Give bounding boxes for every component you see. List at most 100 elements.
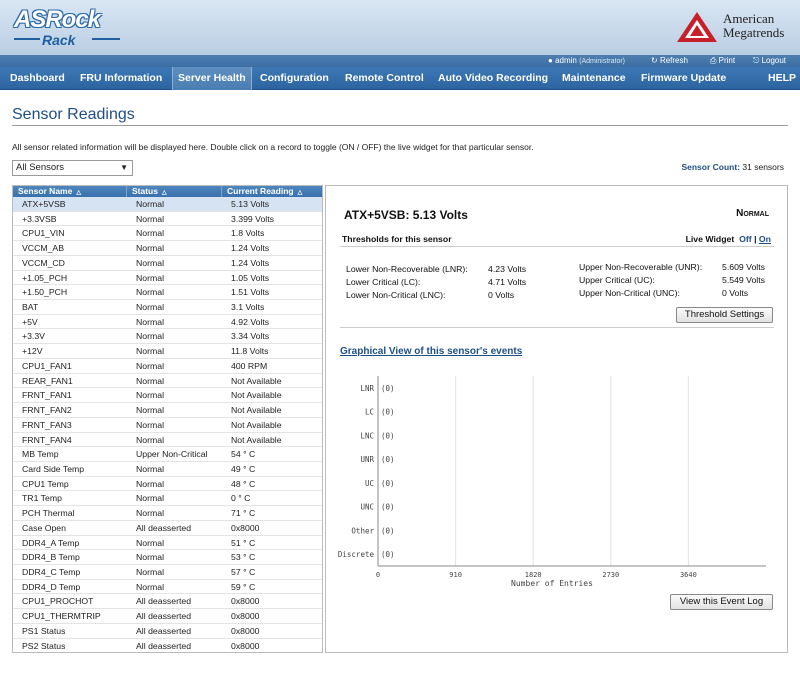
bar-value-label: (0) [381,479,395,488]
threshold-uc-value: 5.549 Volts [722,275,765,285]
user-name: admin [555,56,577,65]
sensor-name-cell: FRNT_FAN3 [22,419,72,430]
nav-remote-control[interactable]: Remote Control [345,67,424,90]
table-row[interactable]: CPU1 Temp Normal 48 ° C [13,477,322,492]
sensor-name-cell: CPU1_PROCHOT [22,596,94,607]
status-cell: Normal [136,508,164,519]
asrock-rack-logo[interactable]: ASRock Rack [14,8,124,50]
table-row[interactable]: +5V Normal 4.92 Volts [13,315,322,330]
nav-auto-video-recording[interactable]: Auto Video Recording [438,67,548,90]
graph-title-link[interactable]: Graphical View of this sensor's events [340,346,522,357]
table-row[interactable]: ATX+5VSB Normal 5.13 Volts [13,197,322,212]
x-axis-label: Number of Entries [511,579,593,586]
threshold-unr-value: 5.609 Volts [722,262,765,272]
logout-link[interactable]: ⎋ Logout [753,56,786,66]
ami-logo: American Megatrends [677,10,792,44]
table-row[interactable]: PS1 Status All deasserted 0x8000 [13,624,322,639]
table-row[interactable]: Card Side Temp Normal 49 ° C [13,462,322,477]
table-row[interactable]: Case Open All deasserted 0x8000 [13,521,322,536]
reading-cell: 4.92 Volts [231,316,270,327]
column-header-current-reading[interactable]: Current Reading △ [222,186,322,197]
table-row[interactable]: FRNT_FAN2 Normal Not Available [13,403,322,418]
live-widget-off-link[interactable]: Off [739,234,752,244]
logout-label: Logout [761,56,787,65]
table-row[interactable]: DDR4_B Temp Normal 53 ° C [13,550,322,565]
table-row[interactable]: VCCM_AB Normal 1.24 Volts [13,241,322,256]
threshold-settings-button[interactable]: Threshold Settings [676,307,773,323]
column-header-status[interactable]: Status △ [127,186,222,197]
status-cell: Normal [136,493,164,504]
reading-cell: 1.24 Volts [231,257,270,268]
sensor-table: Sensor Name △ Status △ Current Reading △ AT… [12,185,323,653]
nav-firmware-update[interactable]: Firmware Update [641,67,726,90]
table-row[interactable]: PS2 Status All deasserted 0x8000 [13,639,322,652]
nav-server-health[interactable]: Server Health [172,67,252,90]
table-row[interactable]: MB Temp Upper Non-Critical 54 ° C [13,447,322,462]
table-row[interactable]: VCCM_CD Normal 1.24 Volts [13,256,322,271]
live-widget-on-link[interactable]: On [759,234,771,244]
header: ASRock Rack American Megatrends [0,0,800,55]
table-row[interactable]: +3.3V Normal 3.34 Volts [13,329,322,345]
table-row[interactable]: +1.05_PCH Normal 1.05 Volts [13,271,322,286]
y-category-label: LC [365,408,374,417]
reading-cell: 57 ° C [231,567,256,577]
table-row[interactable]: +1.50_PCH Normal 1.51 Volts [13,285,322,301]
table-row[interactable]: CPU1_FAN1 Normal 400 RPM [13,359,322,374]
status-cell: Normal [136,302,164,313]
reading-cell: Not Available [231,375,282,386]
status-cell: Normal [136,213,164,224]
sensor-count-value: 31 sensors [742,162,784,172]
sensor-count: Sensor Count: 31 sensors [681,162,784,172]
threshold-unc-value: 0 Volts [722,288,749,298]
sensor-filter-value: All Sensors [16,162,65,173]
nav-fru-information[interactable]: FRU Information [80,67,162,90]
table-row[interactable]: PCH Thermal Normal 71 ° C [13,506,322,521]
status-cell: Normal [136,272,164,283]
logout-icon: ⎋ [753,56,760,65]
threshold-lnr-value: 4.23 Volts [488,264,527,274]
table-row[interactable]: FRNT_FAN4 Normal Not Available [13,433,322,448]
reading-cell: 49 ° C [231,463,256,474]
reading-cell: 0x8000 [231,625,260,636]
table-row[interactable]: +12V Normal 11.8 Volts [13,344,322,359]
reading-cell: 0 ° C [231,493,251,504]
bar-value-label: (0) [381,455,395,464]
table-row[interactable]: TR1 Temp Normal 0 ° C [13,491,322,507]
bar-value-label: (0) [381,526,395,535]
nav-configuration[interactable]: Configuration [260,67,329,90]
table-row[interactable]: CPU1_THERMTRIP All deasserted 0x8000 [13,609,322,624]
table-row[interactable]: DDR4_D Temp Normal 59 ° C [13,580,322,595]
view-event-log-button[interactable]: View this Event Log [670,594,773,610]
nav-maintenance[interactable]: Maintenance [562,67,626,90]
logo-divider [92,38,120,40]
table-row[interactable]: BAT Normal 3.1 Volts [13,300,322,315]
threshold-unr-label: Upper Non-Recoverable (UNR): [579,262,703,272]
sort-icon: △ [76,190,81,196]
column-header-sensor-name[interactable]: Sensor Name △ [13,186,127,197]
bar-value-label: (0) [381,550,395,559]
bar-value-label: (0) [381,503,395,512]
table-row[interactable]: FRNT_FAN1 Normal Not Available [13,388,322,404]
print-link[interactable]: ⎙ Print [710,56,735,66]
table-row[interactable]: REAR_FAN1 Normal Not Available [13,374,322,389]
table-row[interactable]: CPU1_PROCHOT All deasserted 0x8000 [13,594,322,610]
utility-bar: ● admin (Administrator) ↻ Refresh ⎙ Prin… [0,55,800,67]
table-row[interactable]: CPU1_VIN Normal 1.8 Volts [13,226,322,242]
ami-emblem-icon [677,12,717,42]
nav-dashboard[interactable]: Dashboard [10,67,65,90]
sensor-name-cell: +12V [22,346,43,357]
y-category-label: UC [365,479,374,488]
table-row[interactable]: DDR4_A Temp Normal 51 ° C [13,536,322,551]
reading-cell: 48 ° C [231,478,256,489]
status-cell: Normal [136,537,164,548]
reading-cell: Not Available [231,434,282,445]
sensor-filter-select[interactable]: All Sensors ▼ [12,160,133,176]
threshold-uc-label: Upper Critical (UC): [579,275,655,285]
refresh-link[interactable]: ↻ Refresh [651,56,688,65]
threshold-lnc-label: Lower Non-Critical (LNC): [346,290,446,300]
table-row[interactable]: FRNT_FAN3 Normal Not Available [13,418,322,433]
table-row[interactable]: +3.3VSB Normal 3.399 Volts [13,212,322,227]
sort-icon: △ [297,190,303,196]
nav-help[interactable]: HELP [768,67,796,90]
table-row[interactable]: DDR4_C Temp Normal 57 ° C [13,565,322,580]
